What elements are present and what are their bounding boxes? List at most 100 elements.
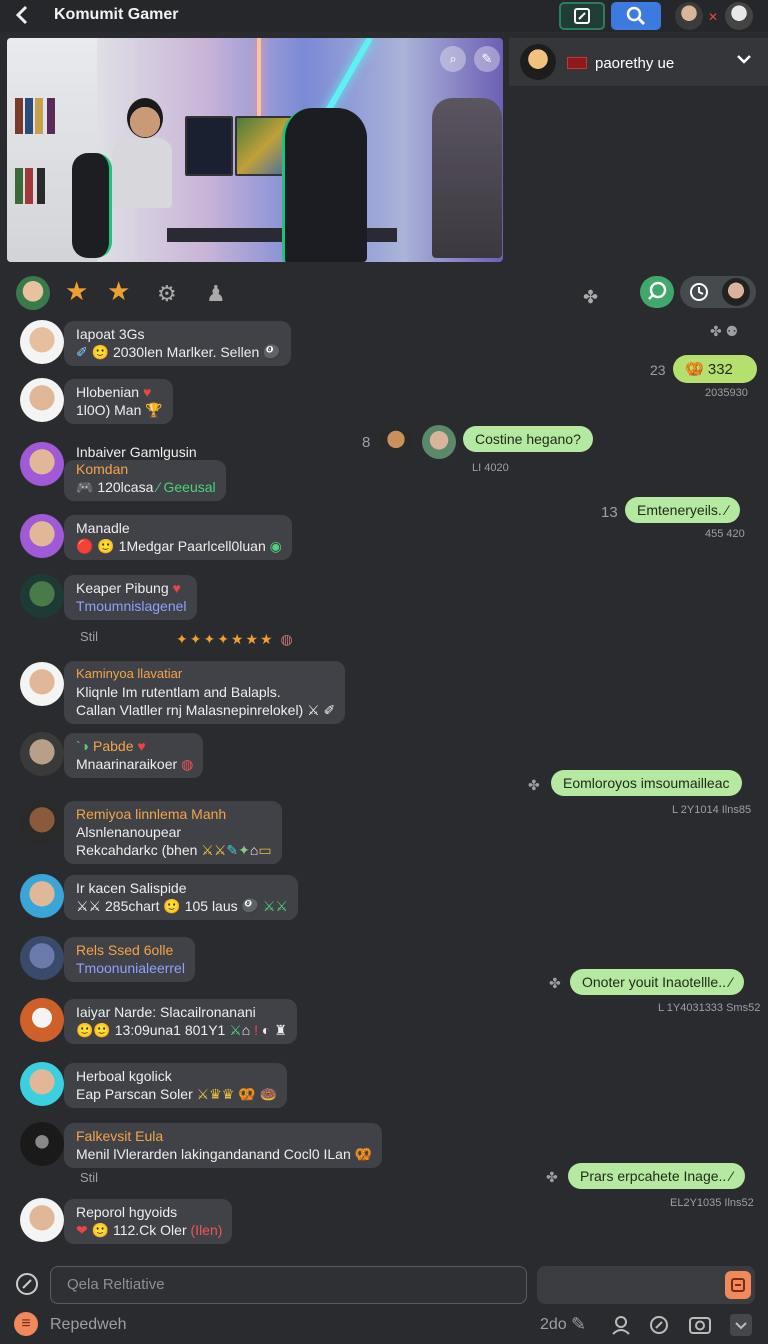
message-text: Mnaarinaraikoer [76,756,178,772]
edit-icon[interactable]: ✎ [474,46,500,72]
list-item[interactable]: Hlobenian ♥ 1l0O) Man 🏆 [0,376,768,424]
message-bubble: Falkevsit Eula Menil lVlerarden lakingan… [64,1123,383,1168]
list-item[interactable]: Herboal kgolick Eap Parscan Soler ⚔♛♛ 🥨 … [0,1060,768,1108]
avatar[interactable] [16,276,50,310]
timestamp: 2035930 [705,387,748,399]
pen-icon[interactable]: ✎ [571,1314,586,1335]
avatar [20,874,64,918]
cluster-icon[interactable]: ✤ [583,284,598,310]
message-bubble[interactable]: Prars erpcahete Inage.. ⁄ [568,1163,745,1189]
message-bubble: Ir kacen Salispide ⚔⚔ 285chart 🙂 105 lau… [64,875,298,920]
message-input[interactable]: Qela Reltiative [50,1266,527,1304]
sender-name: Ir kacen Salispide [76,880,187,896]
status-label: Stil [80,1170,99,1185]
menu-icon[interactable]: ≡ [14,1312,38,1336]
avatar [20,1122,64,1166]
message-text: 1Medgar Paarlcell0luan [118,538,266,554]
list-item[interactable]: Reporol hgyoids ❤ 🙂 112.Ck Oler (Ilen) [0,1196,768,1244]
back-arrow-icon[interactable] [12,4,34,26]
message-bubble[interactable]: 🥨 332 [673,355,757,383]
sender-name: Hlobenian [76,384,140,400]
list-item[interactable]: Iaiyar Narde: Slacailronanani 🙂🙂 13:09un… [0,996,768,1044]
star-icon[interactable]: ★ [65,278,88,304]
star-icon[interactable]: ★ [107,278,130,304]
reaction-icon[interactable]: ✤ [546,1169,558,1186]
message-bubble: Komdan 🎮 120lcasa ⁄ Geeusal [64,460,226,501]
top-bar: Komumit Gamer ✕ [0,0,768,32]
search-button[interactable] [611,2,661,30]
message-bubble: Iapoat 3Gs ✐ 🙂 2030len Marlker. Sellen 🎱 [64,321,291,366]
reaction-icon[interactable]: ✤ [528,777,540,794]
message-bubble[interactable]: Eomloroyos imsoumailleac [551,770,742,796]
zoom-icon[interactable]: ⌕ [440,46,466,72]
avatar[interactable] [422,425,456,459]
reaction-icon[interactable]: ✤ [549,975,561,992]
message-bubble[interactable]: Costine hegano? [463,426,593,452]
message-bubble: Iaiyar Narde: Slacailronanani 🙂🙂 13:09un… [64,999,297,1044]
status-label: Stil [80,629,99,644]
avatar [20,732,64,776]
message-text: Tmoumnislagenel [76,598,187,614]
sender-name: Remiyoa linnlema Manh [76,806,227,822]
list-item[interactable]: Remiyoa linnlema Manh Alsnlenanoupear Re… [0,798,768,864]
flag-badge [567,57,587,69]
reaction-icons[interactable]: ✤ ⚉ [710,323,738,340]
message-text: Emteneryeils. [637,502,722,518]
list-item[interactable]: Keaper Pibung ♥ Tmoumnislagenel [0,572,768,620]
timestamp: L 1Y4031333 Sms52 [658,1002,761,1014]
message-bubble[interactable]: Emteneryeils. ⁄ [625,497,741,523]
sender-name: Iapoat 3Gs [76,326,145,342]
send-area [537,1266,755,1304]
sender-name: Falkevsit Eula [76,1128,164,1144]
sender-name: Manadle [76,520,130,536]
hero-image: ⌕ ✎ [7,38,503,262]
sender-name: Keaper Pibung [76,580,169,596]
avatar[interactable] [380,425,412,457]
avatar[interactable] [675,2,703,30]
message-text: Menil lVlerarden lakingandanand Cocl0 IL… [76,1146,351,1162]
message-text: Eap Parscan Soler [76,1086,193,1102]
sender-name: Inbaiver Gamlgusin [76,444,197,460]
search-icon [648,281,667,300]
chevron-down-icon[interactable] [735,50,753,73]
list-item[interactable]: Ir kacen Salispide ⚔⚔ 285chart 🙂 105 lau… [0,872,768,920]
bottom-count: 2do [540,1316,567,1333]
search-icon [626,6,646,26]
send-button[interactable] [725,1271,751,1299]
bottom-label[interactable]: Repedweh [50,1316,127,1334]
message-bubble: Remiyoa linnlema Manh Alsnlenanoupear Re… [64,801,282,864]
message-bubble: Rels Ssed 6olle Tmoonunialeerrel [64,937,195,982]
avatar [20,998,64,1042]
message-text: Eomloroyos imsoumailleac [563,775,730,791]
clock-icon [690,283,708,301]
timestamp: 455 420 [705,528,745,540]
expand-icon[interactable] [730,1314,752,1336]
sender-name: Pabde [93,738,134,754]
message-text: 13:09una1 801Y1 [114,1022,226,1038]
compose-button[interactable] [559,2,605,30]
avatar[interactable] [725,2,753,30]
user-icon[interactable] [610,1314,632,1341]
gear-icon[interactable]: ⚙ [157,281,177,307]
camera-icon[interactable] [688,1314,712,1341]
avatar [20,1198,64,1242]
message-bubble: Kaminyoa llavatiar Kliqnle Im rutentlam … [64,661,346,724]
timer-toggle[interactable] [680,276,756,308]
compose-icon [574,8,590,24]
message-bubble[interactable]: Onoter youit Inaotellle.. ⁄ [570,969,745,995]
badge-icon[interactable]: ♟ [206,281,226,307]
list-item[interactable]: Falkevsit Eula Menil lVlerarden lakingan… [0,1120,768,1168]
sender-name: Kaminyoa llavatiar [76,666,183,681]
list-item[interactable]: Kaminyoa llavatiar Kliqnle Im rutentlam … [0,660,768,724]
message-text: 1l0O) Man [76,402,142,418]
attach-icon[interactable] [14,1271,40,1297]
reaction-count: 8 [362,434,371,451]
gamer-figure [72,98,182,258]
chat-icon[interactable] [648,1314,670,1341]
message-text: Rekcahdarkc (bhen [76,842,198,858]
list-item[interactable]: Iapoat 3Gs ✐ 🙂 2030len Marlker. Sellen 🎱 [0,318,768,366]
avatar [20,442,64,486]
close-icon[interactable]: ✕ [708,10,718,24]
chat-partner-header[interactable]: paorethy ue [509,38,768,86]
search-chat-button[interactable] [640,276,674,308]
